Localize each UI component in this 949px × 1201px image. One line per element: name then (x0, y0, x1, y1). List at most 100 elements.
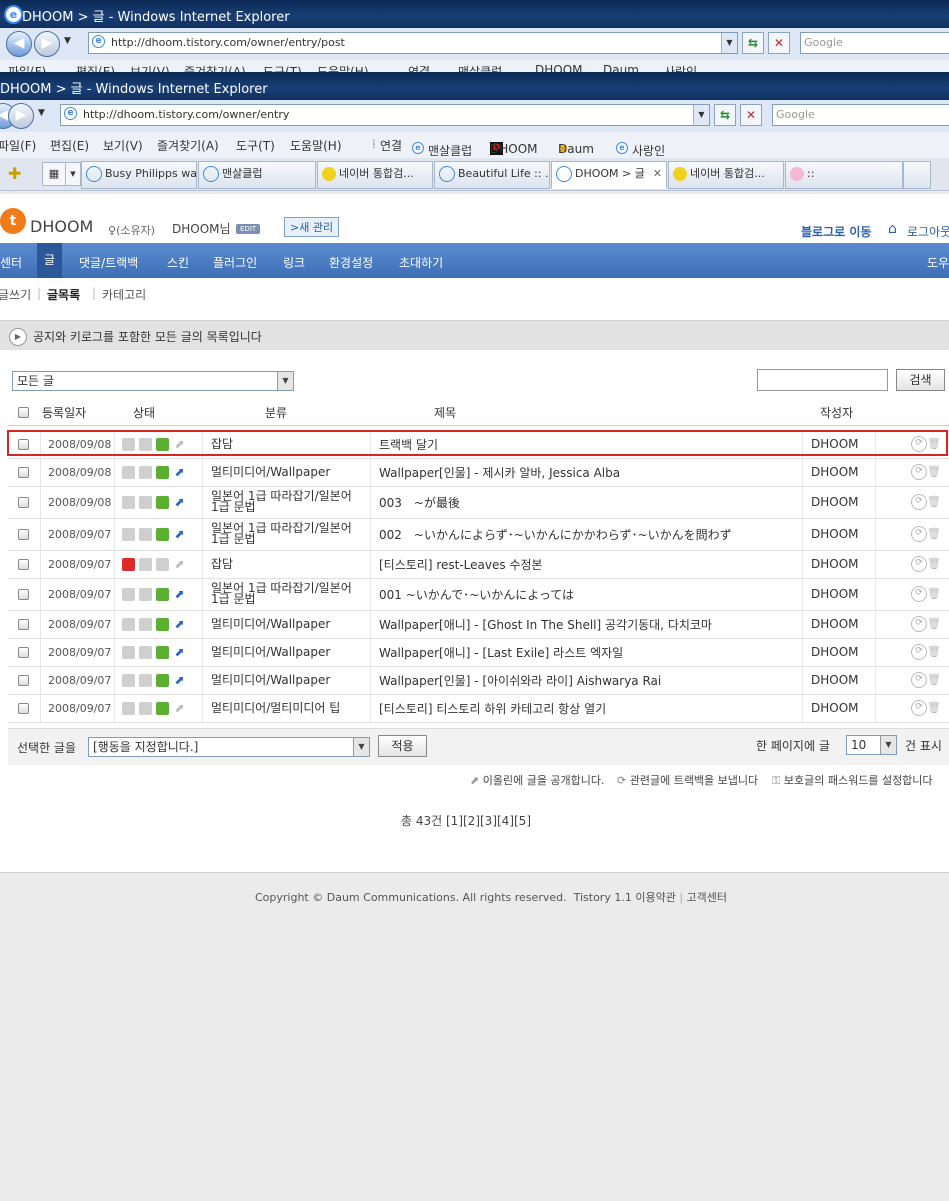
lock-icon[interactable] (122, 617, 135, 631)
quick-tabs-icon[interactable]: ▦ (42, 162, 66, 186)
post-search-input[interactable] (757, 369, 888, 391)
table-row[interactable]: 2008/09/07 일본어 1급 따라잡기/일본어 1급 문법 001 ~いか… (8, 578, 949, 611)
eolin-icon[interactable]: ⬈ (173, 701, 186, 715)
row-category[interactable]: 멀티미디어/Wallpaper (211, 458, 361, 486)
eolin-icon[interactable]: ⬈ (173, 587, 186, 601)
nav-settings[interactable]: 환경설정 (329, 254, 373, 271)
tab-list-icon[interactable]: ▼ (65, 162, 81, 186)
row-title[interactable]: Wallpaper[애니] - [Ghost In The Shell] 공각기… (379, 610, 712, 638)
nav-link[interactable]: 링크 (283, 254, 305, 271)
row-category[interactable]: 일본어 1급 따라잡기/일본어 1급 문법 (211, 518, 361, 550)
public-public-icon[interactable] (156, 465, 169, 479)
history-dropdown-icon[interactable]: ▼ (64, 36, 71, 46)
edit-profile-button[interactable]: EDIT (236, 224, 261, 234)
refresh-icon[interactable]: ⇆ (742, 32, 764, 54)
menu-tools[interactable]: 도구(T) (236, 137, 275, 154)
page-link-2[interactable]: [2] (463, 814, 480, 828)
menu-edit[interactable]: 편집(E) (50, 137, 89, 154)
forward-button-icon[interactable]: ▶ (8, 103, 34, 129)
trackback-send-icon[interactable]: ⟳ (911, 526, 927, 542)
key-icon[interactable] (139, 587, 152, 601)
row-checkbox[interactable] (18, 558, 29, 570)
lock-icon[interactable] (122, 587, 135, 601)
row-category[interactable]: 멀티미디어/멀티미디어 팁 (211, 694, 361, 722)
row-title[interactable]: [티스토리] 티스토리 하위 카테고리 항상 열기 (379, 694, 606, 722)
logout-link[interactable]: 로그아웃 (907, 223, 949, 240)
public-public-icon[interactable] (156, 701, 169, 715)
trash-icon[interactable]: 🗑 (927, 587, 941, 600)
favorites-star-icon[interactable]: ✚ (8, 164, 21, 183)
row-category[interactable]: 일본어 1급 따라잡기/일본어 1급 문법 (211, 486, 361, 518)
eolin-icon[interactable]: ⬈ (173, 673, 186, 687)
trackback-send-icon[interactable]: ⟳ (911, 700, 927, 716)
public-public-icon[interactable] (156, 673, 169, 687)
back-button-icon[interactable]: ◀ (6, 31, 32, 57)
row-checkbox[interactable] (18, 496, 29, 508)
row-title[interactable]: Wallpaper[인물] - 제시카 알바, Jessica Alba (379, 458, 620, 486)
link-mansal[interactable]: e 맨살클럽 (412, 137, 472, 158)
row-title[interactable]: [티스토리] rest-Leaves 수정본 (379, 550, 543, 578)
nav-skin[interactable]: 스킨 (167, 254, 189, 271)
go-to-blog-link[interactable]: 블로그로 이동 (801, 223, 871, 240)
row-checkbox[interactable] (18, 466, 29, 478)
table-row[interactable]: 2008/09/07 멀티미디어/Wallpaper Wallpaper[인물]… (8, 666, 949, 695)
nav-center[interactable]: 센터 (0, 254, 22, 271)
row-title[interactable]: 002 ~いかんによらず･~いかんにかかわらず･~いかんを問わず (379, 518, 732, 550)
nav-invite[interactable]: 초대하기 (399, 254, 443, 271)
table-row[interactable]: 2008/09/07 멀티미디어/멀티미디어 팁 [티스토리] 티스토리 하위 … (8, 694, 949, 723)
public-public-icon[interactable] (156, 587, 169, 601)
lock-icon[interactable] (122, 527, 135, 541)
tab-7[interactable]: :: (785, 161, 903, 189)
row-title[interactable]: 003 ~が最後 (379, 486, 460, 518)
key-icon[interactable] (139, 673, 152, 687)
row-checkbox[interactable] (18, 702, 29, 714)
key-icon[interactable] (139, 701, 152, 715)
eolin-icon[interactable]: ⬈ (173, 495, 186, 509)
tab-5-active[interactable]: DHOOM > 글 ✕ (551, 161, 667, 189)
public-public-icon[interactable] (156, 645, 169, 659)
address-bar[interactable]: e http://dhoom.tistory.com/owner/entry ▼ (60, 104, 710, 126)
eolin-icon[interactable]: ⬈ (173, 557, 186, 571)
trash-icon[interactable]: 🗑 (927, 495, 941, 508)
table-row[interactable]: 2008/09/08 일본어 1급 따라잡기/일본어 1급 문법 003 ~が最… (8, 486, 949, 519)
menu-view[interactable]: 보기(V) (103, 137, 143, 154)
page-link-5[interactable]: [5] (514, 814, 531, 828)
apply-button[interactable]: 적용 (378, 735, 427, 757)
menu-favorites[interactable]: 즐겨찾기(A) (157, 137, 219, 154)
row-title[interactable]: Wallpaper[인물] - [아이쉬와라 라이] Aishwarya Rai (379, 666, 661, 694)
bulk-action-select[interactable]: [행동을 지정합니다.] ▼ (88, 737, 370, 757)
eolin-icon[interactable]: ⬈ (173, 527, 186, 541)
tab-1[interactable]: Busy Philipps wa... (81, 161, 197, 189)
search-input[interactable]: Google (772, 104, 949, 126)
page-link-4[interactable]: [4] (497, 814, 514, 828)
key-icon[interactable] (139, 527, 152, 541)
subnav-category[interactable]: 카테고리 (102, 286, 146, 303)
trash-icon[interactable]: 🗑 (927, 527, 941, 540)
table-row[interactable]: 2008/09/07 잡담 [티스토리] rest-Leaves 수정본 DHO… (8, 550, 949, 579)
row-category[interactable]: 멀티미디어/Wallpaper (211, 610, 361, 638)
tab-2[interactable]: 맨살클럽 (198, 161, 316, 189)
link-saranin[interactable]: e 사랑인 (616, 137, 665, 158)
key-icon[interactable] (139, 617, 152, 631)
lock-icon[interactable] (122, 645, 135, 659)
terms-link[interactable]: 이용약관 (635, 891, 675, 904)
protected-lock-icon[interactable] (122, 557, 135, 571)
stop-icon[interactable]: ✕ (740, 104, 762, 126)
new-admin-button[interactable]: >새 관리 (284, 217, 340, 237)
forward-button-icon[interactable]: ▶ (34, 31, 60, 57)
select-all-checkbox[interactable] (18, 407, 29, 418)
per-page-select[interactable]: 10 ▼ (846, 735, 897, 755)
subnav-write[interactable]: 글쓰기 (0, 286, 31, 303)
row-category[interactable]: 멀티미디어/Wallpaper (211, 666, 361, 694)
row-title[interactable]: Wallpaper[애니] - [Last Exile] 라스트 엑자일 (379, 638, 623, 666)
row-category[interactable]: 일본어 1급 따라잡기/일본어 1급 문법 (211, 578, 361, 610)
key-icon[interactable] (139, 465, 152, 479)
trackback-send-icon[interactable]: ⟳ (911, 616, 927, 632)
back-address-bar[interactable]: e http://dhoom.tistory.com/owner/entry/p… (88, 32, 738, 54)
trackback-send-icon[interactable]: ⟳ (911, 464, 927, 480)
stop-icon[interactable]: ✕ (768, 32, 790, 54)
subnav-list[interactable]: 글목록 (47, 286, 80, 303)
refresh-icon[interactable]: ⇆ (714, 104, 736, 126)
tab-6[interactable]: 네이버 통합검... (668, 161, 784, 189)
blog-logo-text[interactable]: DHOOM (30, 217, 93, 236)
